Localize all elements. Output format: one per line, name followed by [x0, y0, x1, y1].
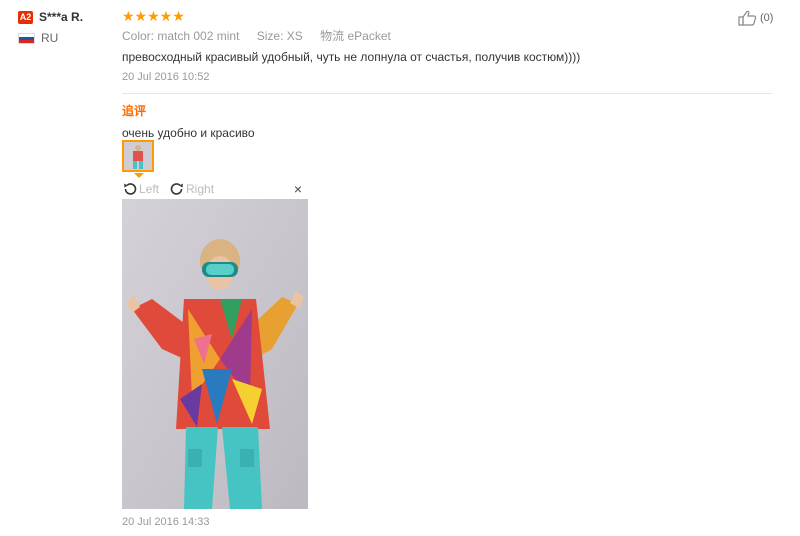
reviewer-info: A2 S***a R. RU [18, 8, 83, 45]
reviewer-name: S***a R. [39, 10, 84, 24]
photo-viewer-toolbar: Left Right × [122, 180, 308, 198]
order-info: Color: match 002 mint Size: XS 物流 ePacke… [122, 28, 778, 44]
color-label: Color: [122, 29, 155, 43]
shipping-label: 物流 [320, 29, 345, 43]
divider [122, 93, 772, 94]
thumbnail-pointer [134, 173, 144, 178]
star-rating: ★★★★★ [122, 8, 185, 24]
review-date: 20 Jul 2016 10:52 [122, 71, 210, 83]
rotate-right-icon [170, 183, 183, 195]
rotate-left-icon [124, 183, 137, 195]
rotate-right-button[interactable]: Right [169, 181, 214, 197]
shipping-value: ePacket [347, 29, 391, 43]
size-label: Size: [256, 29, 284, 43]
additional-feedback-date: 20 Jul 2016 14:33 [122, 516, 210, 528]
photo-thumbnail[interactable] [122, 140, 154, 172]
level-badge: A2 [18, 10, 33, 24]
rotate-left-label: Left [139, 182, 160, 196]
close-viewer-button[interactable]: × [294, 180, 302, 198]
russia-flag-icon [18, 32, 35, 44]
additional-feedback-text: очень удобно и красиво [122, 126, 255, 140]
rotate-right-label: Right [186, 182, 215, 196]
additional-feedback-label: 追评 [122, 104, 147, 118]
size-value: XS [286, 29, 303, 43]
rotate-left-button[interactable]: Left [122, 181, 159, 197]
color-value: match 002 mint [157, 29, 240, 43]
review-photo [122, 199, 308, 509]
person-in-ski-suit-image [122, 199, 308, 509]
review-body: ★★★★★ Color: match 002 mint Size: XS 物流 … [122, 8, 778, 141]
reviewer-country: RU [41, 31, 59, 45]
review-text: превосходный красивый удобный, чуть не л… [122, 50, 581, 64]
thumbnail-image [124, 142, 152, 170]
